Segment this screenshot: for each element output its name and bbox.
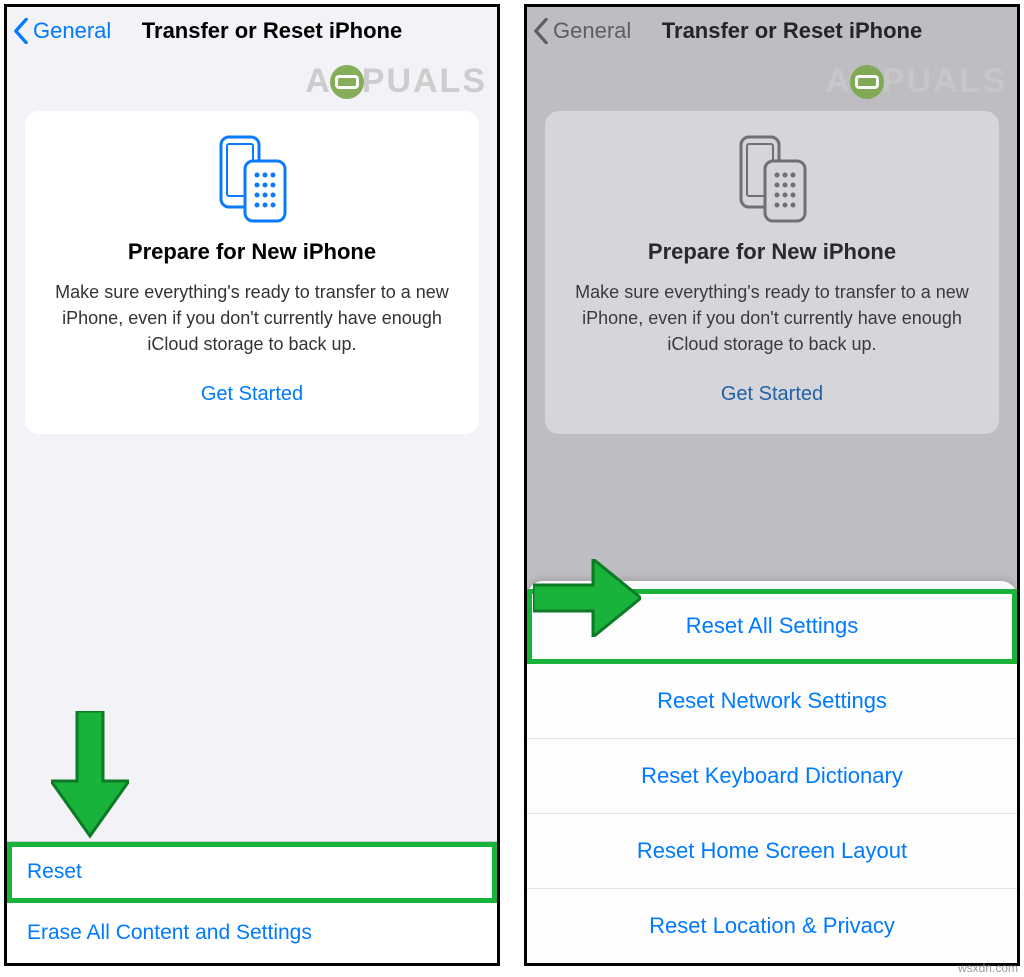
prepare-card-desc: Make sure everything's ready to transfer… [567,279,977,357]
prepare-card-desc: Make sure everything's ready to transfer… [47,279,457,357]
nav-bar: General Transfer or Reset iPhone [527,7,1017,55]
dual-screenshot: General Transfer or Reset iPhone A PUALS [0,0,1024,970]
reset-row[interactable]: Reset [7,842,497,903]
get-started-link[interactable]: Get Started [567,383,977,406]
footer-watermark: wsxdn.com [958,961,1018,975]
prepare-card: Prepare for New iPhone Make sure everyth… [25,111,479,434]
watermark-text-a: A [825,62,852,101]
annotation-arrow-down [51,711,129,841]
watermark-logo: A PUALS [305,62,487,101]
back-label: General [553,18,631,44]
nav-bar: General Transfer or Reset iPhone [7,7,497,55]
reset-home-screen-label: Reset Home Screen Layout [637,838,907,863]
back-label: General [33,18,111,44]
watermark-face-icon [850,65,884,99]
chevron-left-icon [533,18,549,44]
reset-location-privacy-row[interactable]: Reset Location & Privacy [527,889,1017,963]
prepare-card-title: Prepare for New iPhone [567,239,977,265]
reset-network-settings-row[interactable]: Reset Network Settings [527,664,1017,739]
devices-icon [215,135,289,225]
erase-all-label: Erase All Content and Settings [27,921,312,944]
prepare-card: Prepare for New iPhone Make sure everyth… [545,111,999,434]
devices-icon [735,135,809,225]
reset-keyboard-dictionary-label: Reset Keyboard Dictionary [641,763,903,788]
chevron-left-icon [13,18,29,44]
reset-keyboard-dictionary-row[interactable]: Reset Keyboard Dictionary [527,739,1017,814]
annotation-arrow-right [533,559,641,637]
get-started-link[interactable]: Get Started [47,383,457,406]
watermark-text-b: PUALS [362,62,487,101]
right-phone-screen: General Transfer or Reset iPhone A PUALS [524,4,1020,966]
reset-location-privacy-label: Reset Location & Privacy [649,913,895,938]
watermark-text-b: PUALS [882,62,1007,101]
reset-home-screen-row[interactable]: Reset Home Screen Layout [527,814,1017,889]
watermark-text-a: A [305,62,332,101]
prepare-card-title: Prepare for New iPhone [47,239,457,265]
watermark-face-icon [330,65,364,99]
reset-label: Reset [27,860,82,883]
back-button[interactable]: General [13,18,111,44]
reset-network-settings-label: Reset Network Settings [657,688,887,713]
reset-all-settings-label: Reset All Settings [686,613,858,638]
back-button[interactable]: General [533,18,631,44]
reset-action-sheet: Reset All Settings Reset Network Setting… [527,581,1017,963]
bottom-list: Reset Erase All Content and Settings [7,841,497,963]
watermark-logo: A PUALS [825,62,1007,101]
left-phone-screen: General Transfer or Reset iPhone A PUALS [4,4,500,966]
erase-all-row[interactable]: Erase All Content and Settings [7,903,497,963]
